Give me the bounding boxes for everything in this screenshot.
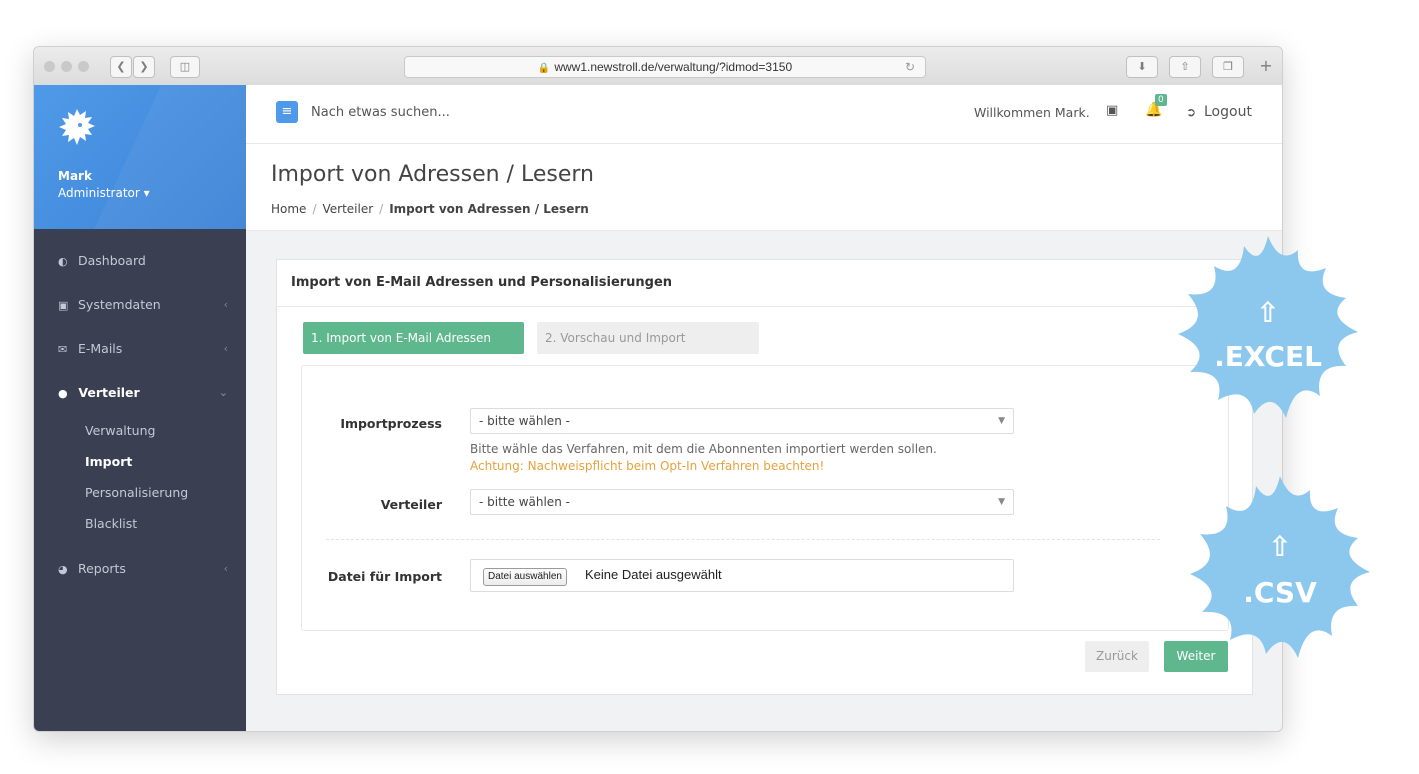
address-book-icon: ▣: [58, 299, 69, 312]
verteiler-submenu: Verwaltung Import Personalisierung Black…: [34, 415, 246, 547]
users-icon: ●: [58, 387, 68, 400]
caret-down-icon: ▼: [998, 497, 1005, 507]
import-panel: Import von E-Mail Adressen und Personali…: [276, 259, 1253, 695]
top-navbar: ≡ Willkommen Mark. ▣ 🔔 0 ➲ Logout: [246, 85, 1282, 144]
dashboard-icon: ◐: [58, 255, 68, 268]
datei-label: Datei für Import: [327, 569, 442, 584]
page-header: Import von Adressen / Lesern Home / Vertei…: [246, 144, 1282, 231]
panel-title: Import von E-Mail Adressen und Personali…: [277, 260, 1252, 307]
sidebar-item-label: Systemdaten: [77, 297, 161, 312]
logout-link[interactable]: Logout: [1204, 104, 1252, 120]
minimize-window-button[interactable]: [61, 61, 72, 72]
breadcrumb-home[interactable]: Home: [271, 202, 306, 216]
share-icon[interactable]: ⇧: [1169, 56, 1201, 78]
step-1-tab[interactable]: 1. Import von E-Mail Adressen: [303, 322, 524, 354]
breadcrumb-verteiler[interactable]: Verteiler: [322, 202, 373, 216]
notification-count-badge: 0: [1155, 94, 1167, 106]
importprozess-label: Importprozess: [340, 416, 442, 431]
address-book-icon[interactable]: ▣: [1106, 103, 1118, 118]
csv-badge: ⇧ .CSV: [1180, 468, 1380, 668]
verteiler-select[interactable]: - bitte wählen - ▼: [470, 489, 1014, 515]
chevron-down-icon: ⌄: [218, 386, 228, 399]
back-nav-button[interactable]: ❮: [110, 56, 132, 78]
url-bar[interactable]: 🔒 www1.newstroll.de/verwaltung/?idmod=315…: [404, 56, 926, 78]
search-input[interactable]: [311, 101, 611, 123]
sidebar-item-label: E-Mails: [77, 341, 123, 356]
profile-name: Mark: [58, 169, 92, 183]
file-status-text: Keine Datei ausgewählt: [585, 567, 722, 582]
sidebar-toggle-icon[interactable]: ◫: [170, 56, 200, 78]
sidebar-item-label: Dashboard: [77, 253, 146, 268]
choose-file-button[interactable]: Datei auswählen: [483, 568, 567, 586]
sidebar-item-label: Reports: [77, 561, 126, 576]
excel-badge: ⇧ .EXCEL: [1168, 228, 1368, 428]
envelope-icon: ✉: [58, 343, 68, 356]
submenu-item-personalisierung[interactable]: Personalisierung: [34, 477, 246, 508]
url-text: www1.newstroll.de/verwaltung/?idmod=3150: [554, 60, 793, 74]
sidebar-nav: ◐ Dashboard ▣ Systemdaten ‹ ✉ E-Mails ‹ …: [34, 229, 246, 591]
forward-nav-button[interactable]: ❯: [133, 56, 155, 78]
upload-icon: ⇧: [1268, 530, 1292, 563]
step-2-tab[interactable]: 2. Vorschau und Import: [537, 322, 759, 354]
browser-titlebar: ❮ ❯ ◫ 🔒 www1.newstroll.de/verwaltung/?idm…: [34, 47, 1282, 86]
profile-area: Mark Administrator ▾: [34, 85, 246, 229]
breadcrumb: Home / Verteiler / Import von Adressen / Les…: [271, 202, 589, 216]
submenu-item-verwaltung[interactable]: Verwaltung: [34, 415, 246, 446]
file-input[interactable]: Datei auswählen Keine Datei ausgewählt: [470, 559, 1014, 592]
reload-icon[interactable]: ↻: [905, 57, 915, 77]
lock-icon: 🔒: [537, 63, 551, 74]
csv-label: .CSV: [1243, 576, 1317, 609]
caret-down-icon: ▼: [998, 416, 1005, 426]
zoom-window-button[interactable]: [78, 61, 89, 72]
breadcrumb-current: Import von Adressen / Lesern: [389, 202, 589, 216]
close-window-button[interactable]: [44, 61, 55, 72]
verteiler-label: Verteiler: [380, 497, 442, 512]
sidebar: Mark Administrator ▾ ◐ Dashboard ▣ Syste…: [34, 85, 246, 731]
submenu-item-import[interactable]: Import: [34, 446, 246, 477]
welcome-text: Willkommen Mark.: [974, 105, 1090, 120]
profile-role-dropdown[interactable]: Administrator ▾: [58, 186, 150, 200]
new-tab-icon[interactable]: +: [1252, 56, 1280, 76]
chevron-left-icon: ‹: [223, 562, 228, 575]
chevron-left-icon: ‹: [223, 342, 228, 355]
page-title: Import von Adressen / Lesern: [271, 162, 594, 187]
sidebar-item-reports[interactable]: ◕ Reports ‹: [34, 547, 246, 591]
main-area: ≡ Willkommen Mark. ▣ 🔔 0 ➲ Logout Import…: [246, 85, 1282, 731]
tabs-icon[interactable]: ❐: [1212, 56, 1244, 78]
chevron-left-icon: ‹: [223, 298, 228, 311]
sidebar-item-dashboard[interactable]: ◐ Dashboard: [34, 239, 246, 283]
download-icon[interactable]: ⬇: [1126, 56, 1158, 78]
hamburger-menu-icon[interactable]: ≡: [276, 101, 298, 123]
importprozess-value: - bitte wählen -: [479, 414, 570, 428]
form-divider: [326, 539, 1160, 540]
importprozess-help: Bitte wähle das Verfahren, mit dem die A…: [470, 442, 937, 456]
sidebar-item-emails[interactable]: ✉ E-Mails ‹: [34, 327, 246, 371]
splash-shape: [1190, 476, 1370, 658]
import-form: Importprozess - bitte wählen - ▼ Bitte w…: [301, 365, 1229, 631]
upload-icon: ⇧: [1256, 296, 1280, 329]
submenu-item-blacklist[interactable]: Blacklist: [34, 508, 246, 539]
sidebar-item-label: Verteiler: [78, 385, 140, 400]
importprozess-select[interactable]: - bitte wählen - ▼: [470, 408, 1014, 434]
pie-chart-icon: ◕: [58, 563, 68, 576]
logout-icon: ➲: [1186, 105, 1197, 119]
verteiler-value: - bitte wählen -: [479, 495, 570, 509]
sidebar-item-verteiler[interactable]: ● Verteiler ⌄: [34, 371, 246, 415]
browser-window: ❮ ❯ ◫ 🔒 www1.newstroll.de/verwaltung/?idm…: [33, 46, 1283, 732]
back-button[interactable]: Zurück: [1085, 641, 1149, 672]
optin-warning: Achtung: Nachweispflicht beim Opt-In Ver…: [470, 459, 825, 473]
excel-label: .EXCEL: [1214, 340, 1322, 373]
sidebar-item-systemdaten[interactable]: ▣ Systemdaten ‹: [34, 283, 246, 327]
lion-logo-icon: [58, 107, 96, 153]
